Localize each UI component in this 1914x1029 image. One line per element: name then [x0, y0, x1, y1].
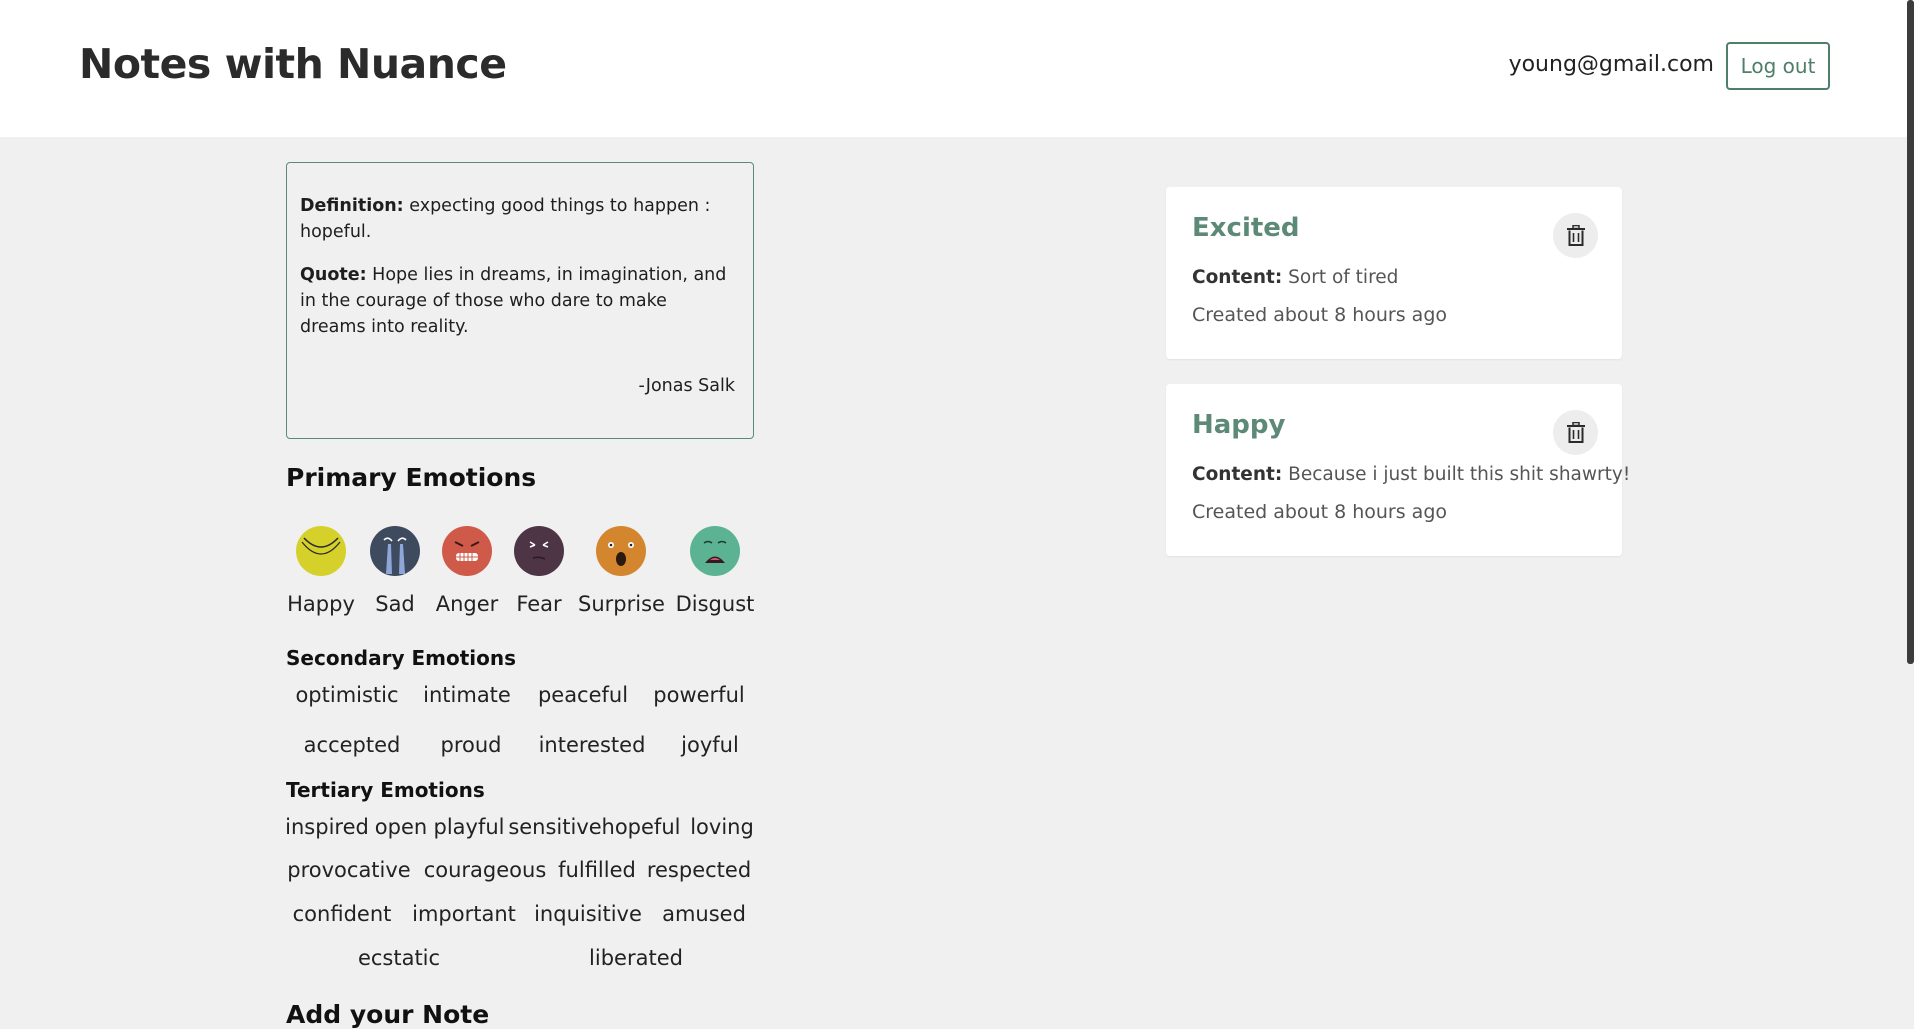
emotion-label: Disgust [675, 592, 755, 616]
tertiary-emotion-chip[interactable]: inquisitive [534, 902, 642, 926]
emotion-label: Fear [516, 592, 562, 616]
tertiary-emotions-heading: Tertiary Emotions [286, 778, 485, 802]
primary-emotions-heading: Primary Emotions [286, 463, 537, 492]
note-title: Excited [1192, 213, 1300, 243]
emotion-surprise[interactable]: Surprise [578, 526, 665, 616]
secondary-emotion-chip[interactable]: interested [539, 733, 646, 757]
definition-label: Definition: [300, 196, 404, 216]
note-title: Happy [1192, 410, 1286, 440]
surprise-face-icon [596, 526, 646, 576]
page-scrollbar[interactable] [1907, 0, 1914, 664]
quote-label: Quote: [300, 265, 367, 285]
tertiary-emotion-chip[interactable]: loving [690, 815, 754, 839]
app-title: Notes with Nuance [79, 40, 507, 88]
note-created-time: Created about 8 hours ago [1192, 501, 1448, 523]
trash-icon [1566, 421, 1585, 443]
tertiary-emotion-chip[interactable]: fulfilled [558, 858, 636, 882]
note-card: Happy Content: Because i just built this… [1166, 384, 1630, 556]
tertiary-emotion-chip[interactable]: inspired [285, 815, 369, 839]
emotion-disgust[interactable]: Disgust [672, 526, 758, 616]
secondary-emotions-heading: Secondary Emotions [286, 646, 517, 670]
emotion-label: Surprise [578, 592, 665, 616]
secondary-emotion-chip[interactable]: accepted [304, 733, 401, 757]
tertiary-emotion-chip[interactable]: ecstatic [358, 946, 440, 970]
tertiary-emotion-chip[interactable]: courageous [424, 858, 547, 882]
disgust-face-icon [690, 526, 740, 576]
sad-face-icon [370, 526, 420, 576]
daily-quote-card: Definition: expecting good things to hap… [286, 162, 754, 439]
note-content: Content: Sort of tired [1192, 267, 1398, 288]
app-header: Notes with Nuance young@gmail.com Log ou… [0, 0, 1914, 137]
fear-face-icon [514, 526, 564, 576]
note-content-label: Content: [1192, 464, 1283, 485]
tertiary-emotion-chip[interactable]: amused [662, 902, 746, 926]
tertiary-emotion-chip[interactable]: liberated [589, 946, 683, 970]
delete-note-button[interactable] [1553, 213, 1598, 258]
happy-face-icon [296, 526, 346, 576]
secondary-emotion-chip[interactable]: proud [441, 733, 502, 757]
note-content-label: Content: [1192, 267, 1283, 288]
tertiary-emotion-chip[interactable]: important [412, 902, 516, 926]
quote-author: -Jonas Salk [638, 376, 735, 396]
secondary-emotion-chip[interactable]: peaceful [538, 683, 628, 707]
quote-line: Quote: Hope lies in dreams, in imaginati… [300, 262, 735, 340]
secondary-emotion-chip[interactable]: powerful [653, 683, 744, 707]
tertiary-emotion-chip[interactable]: open [375, 815, 427, 839]
anger-face-icon [442, 526, 492, 576]
note-content: Content: Because i just built this shit … [1192, 464, 1630, 485]
definition-line: Definition: expecting good things to hap… [300, 193, 735, 245]
emotion-fear[interactable]: Fear [496, 526, 582, 616]
secondary-emotion-chip[interactable]: intimate [423, 683, 511, 707]
tertiary-emotion-chip[interactable]: provocative [287, 858, 410, 882]
note-content-text: Because i just built this shit shawrty! [1288, 464, 1631, 485]
tertiary-emotion-chip[interactable]: hopeful [602, 815, 681, 839]
logout-button[interactable]: Log out [1726, 42, 1830, 90]
add-note-heading: Add your Note [286, 1000, 490, 1029]
trash-icon [1566, 224, 1585, 246]
note-created-time: Created about 8 hours ago [1192, 304, 1448, 326]
note-card: Excited Content: Sort of tired Created a… [1166, 187, 1622, 359]
tertiary-emotion-chip[interactable]: playful [434, 815, 505, 839]
tertiary-emotion-chip[interactable]: respected [647, 858, 751, 882]
note-content-text: Sort of tired [1288, 267, 1399, 288]
secondary-emotion-chip[interactable]: optimistic [295, 683, 398, 707]
user-email: young@gmail.com [1508, 52, 1714, 77]
tertiary-emotion-chip[interactable]: sensitive [508, 815, 601, 839]
secondary-emotion-chip[interactable]: joyful [681, 733, 739, 757]
tertiary-emotion-chip[interactable]: confident [293, 902, 392, 926]
delete-note-button[interactable] [1553, 410, 1598, 455]
